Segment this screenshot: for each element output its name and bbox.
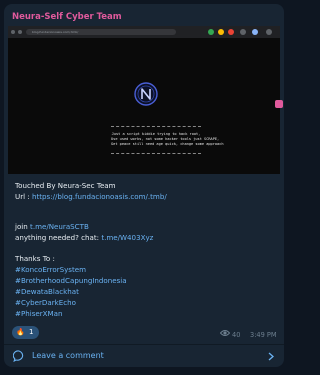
forward-icon bbox=[18, 30, 22, 34]
channel-name[interactable]: Neura-Self Cyber Team bbox=[12, 12, 122, 22]
hashtag-link[interactable]: #KoncoErrorSystem bbox=[15, 265, 86, 274]
extension-icon bbox=[208, 29, 214, 35]
hashtag-link[interactable]: #DewataBlackhat bbox=[15, 287, 79, 296]
address-bar: blog.fundacionoasis.com/.tmb/ bbox=[26, 29, 176, 35]
comment-icon bbox=[13, 350, 24, 362]
profile-icon bbox=[252, 29, 258, 35]
hashtag-link[interactable]: #BrotherhoodCapungIndonesia bbox=[15, 276, 127, 285]
hashtag-link[interactable]: #CyberDarkEcho bbox=[15, 298, 76, 307]
post-image[interactable]: blog.fundacionoasis.com/.tmb/ Just a scr… bbox=[8, 26, 280, 174]
post-text-line: Touched By Neura-Sec Team bbox=[15, 181, 116, 190]
extension-icon bbox=[240, 29, 246, 35]
message-line: Get peace still need age quick, change s… bbox=[111, 142, 224, 146]
browser-toolbar: blog.fundacionoasis.com/.tmb/ bbox=[8, 26, 280, 38]
hashtag-link[interactable]: #PhiserXMan bbox=[15, 309, 63, 318]
channel-post: Neura-Self Cyber Team blog.fundacionoasi… bbox=[4, 4, 284, 367]
url-link[interactable]: https://blog.fundacionoasis.com/.tmb/ bbox=[32, 192, 167, 201]
defacement-message: Just a script kiddie trying to hack root… bbox=[111, 126, 224, 154]
menu-icon bbox=[266, 29, 272, 35]
fire-icon: 🔥 bbox=[16, 328, 25, 336]
join-label: join bbox=[15, 222, 31, 231]
join-line: join t.me/NeuraSCTB bbox=[15, 222, 89, 231]
url-label: Url : bbox=[15, 192, 32, 201]
eye-icon bbox=[220, 330, 230, 336]
chat-label: anything needed? chat: bbox=[15, 233, 102, 242]
skull-logo-icon bbox=[134, 82, 158, 106]
share-icon[interactable] bbox=[275, 100, 283, 108]
back-icon bbox=[11, 30, 15, 34]
post-time: 3:49 PM bbox=[250, 331, 277, 339]
leave-comment-label: Leave a comment bbox=[32, 351, 104, 360]
join-link[interactable]: t.me/NeuraSCTB bbox=[30, 222, 89, 231]
extension-icon bbox=[218, 29, 224, 35]
post-url-line: Url : https://blog.fundacionoasis.com/.t… bbox=[15, 192, 167, 201]
leave-comment-bar[interactable]: Leave a comment bbox=[4, 344, 284, 367]
chevron-right-icon bbox=[268, 352, 274, 361]
thanks-heading: Thanks To : bbox=[15, 254, 55, 263]
view-count: 40 bbox=[232, 331, 241, 339]
message-line: Use used works, not some hacker tools ju… bbox=[111, 137, 220, 141]
extension-icon bbox=[228, 29, 234, 35]
reaction-count: 1 bbox=[29, 328, 34, 336]
message-line: Just a script kiddie trying to hack root… bbox=[111, 132, 201, 136]
chat-line: anything needed? chat: t.me/W403Xyz bbox=[15, 233, 153, 242]
reaction-button[interactable]: 🔥 1 bbox=[12, 326, 39, 339]
chat-link[interactable]: t.me/W403Xyz bbox=[101, 233, 153, 242]
